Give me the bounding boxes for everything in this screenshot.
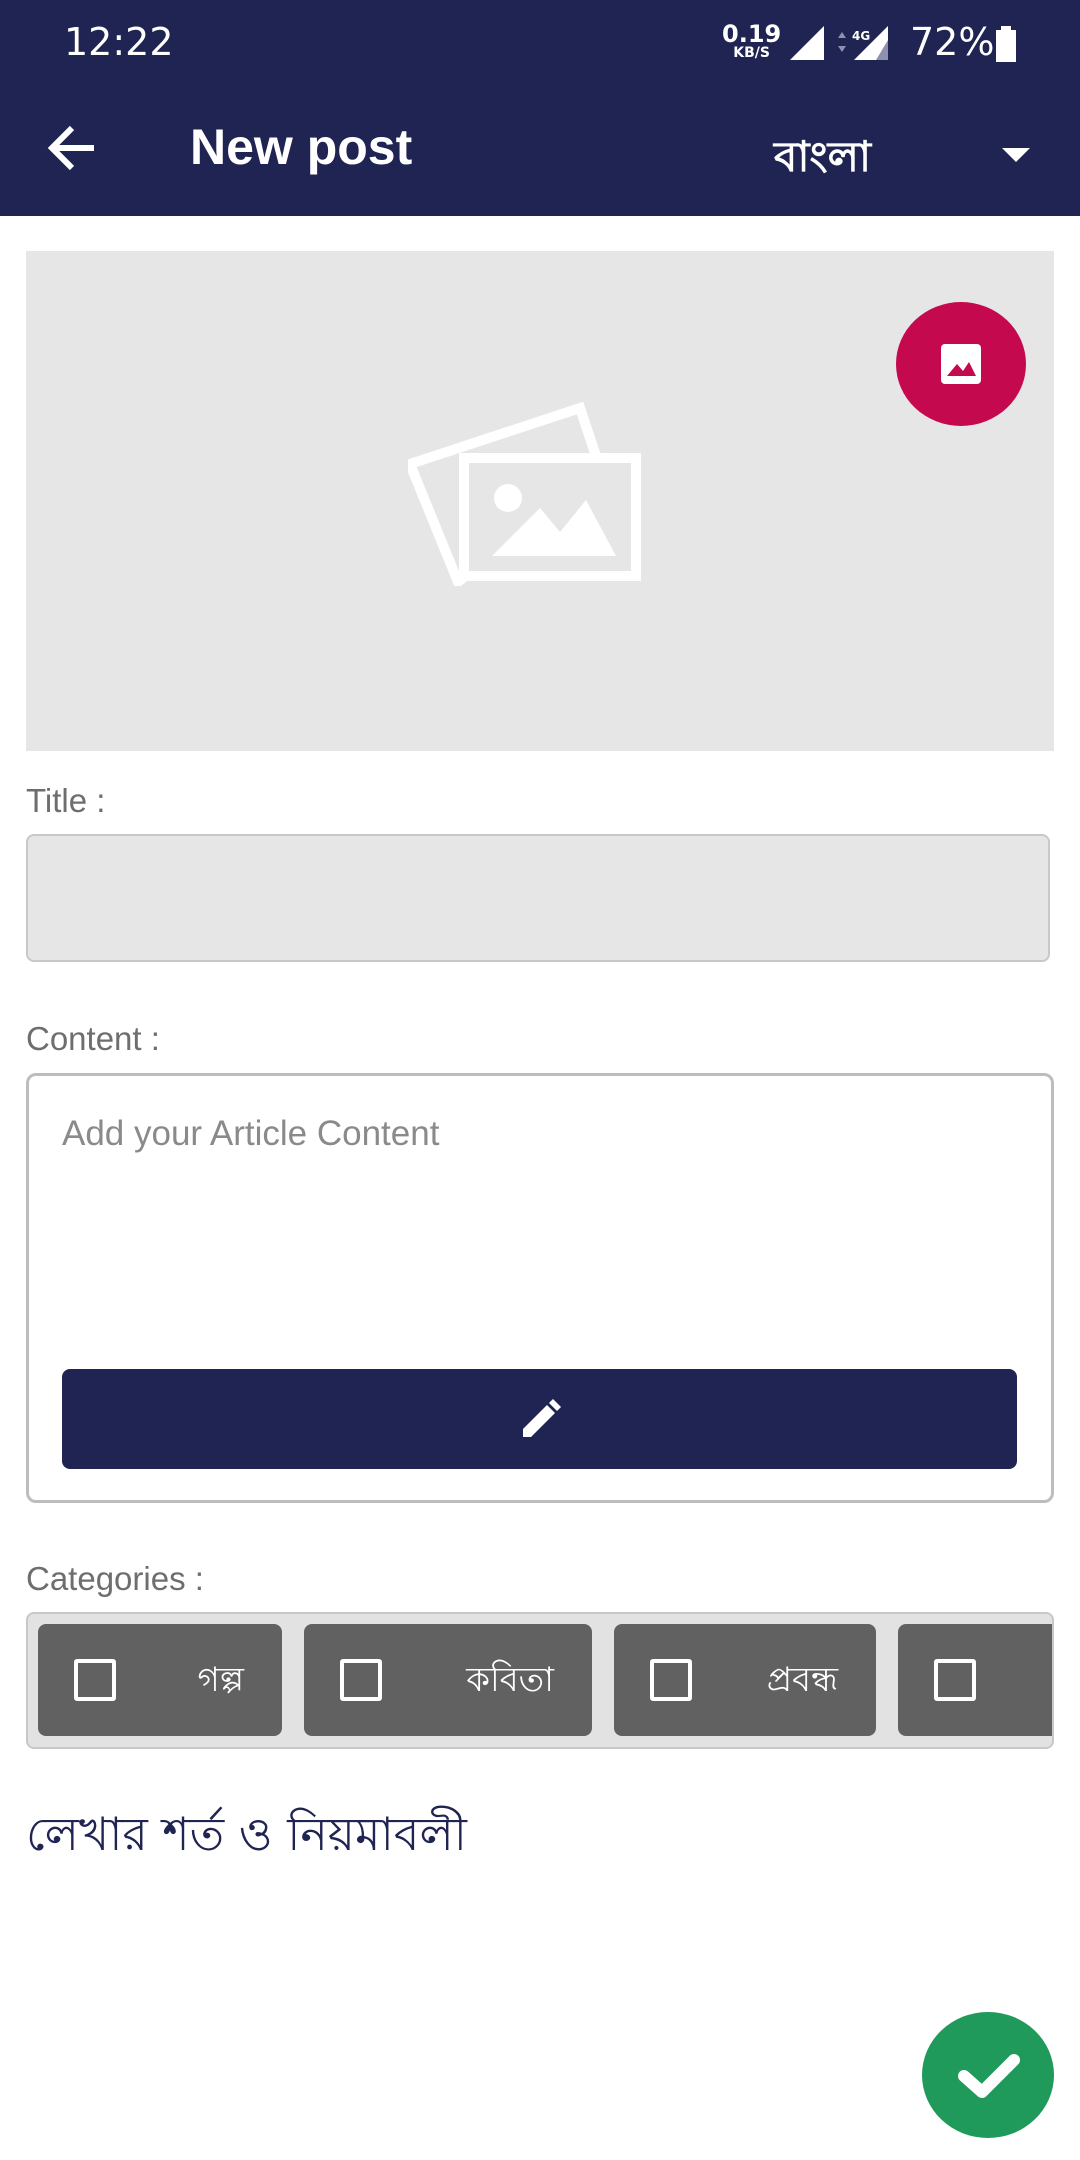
submit-button[interactable] (922, 2012, 1054, 2138)
arrow-back-icon (47, 125, 94, 171)
photos-placeholder-icon (403, 396, 648, 591)
category-label: গল্প (197, 1660, 244, 1700)
caret-down-icon (1002, 148, 1030, 162)
signal-icons: 4G (790, 26, 888, 60)
content-placeholder[interactable]: Add your Article Content (62, 1114, 439, 1154)
title-input[interactable] (26, 834, 1050, 962)
edit-content-button[interactable] (62, 1369, 1017, 1469)
battery-percent: 72% (910, 20, 995, 64)
category-chip-story[interactable]: গল্প (38, 1624, 282, 1736)
category-label: কবিতা (466, 1660, 554, 1700)
content-label: Content : (26, 1020, 160, 1057)
category-chip-essay[interactable]: প্রবন্ধ (614, 1624, 876, 1736)
network-speed: 0.19 KB/S (722, 22, 781, 60)
page-title: New post (190, 119, 413, 175)
network-speed-unit: KB/S (733, 45, 770, 61)
pick-image-button[interactable] (896, 302, 1026, 426)
language-selector[interactable]: বাংলা (774, 124, 871, 195)
image-icon (941, 344, 981, 384)
app-bar (0, 90, 1080, 216)
back-button[interactable] (44, 112, 104, 184)
categories-label: Categories : (26, 1560, 204, 1597)
network-type-label: 4G (852, 29, 870, 43)
status-time: 12:22 (64, 20, 174, 64)
signal-strength-icon (790, 26, 824, 60)
categories-list[interactable]: গল্প কবিতা প্রবন্ধ (26, 1612, 1054, 1749)
pencil-icon (523, 1399, 561, 1437)
language-dropdown-button[interactable] (996, 136, 1036, 176)
terms-link[interactable]: লেখার শর্ত ও নিয়মাবলী (26, 1800, 467, 1876)
category-chip-poem[interactable]: কবিতা (304, 1624, 592, 1736)
title-label: Title : (26, 782, 106, 819)
checkbox-icon[interactable] (650, 1659, 692, 1701)
network-speed-value: 0.19 (722, 20, 782, 48)
checkbox-icon[interactable] (934, 1659, 976, 1701)
battery-icon (996, 26, 1016, 62)
category-label: প্রবন্ধ (766, 1660, 838, 1700)
checkbox-icon[interactable] (340, 1659, 382, 1701)
category-chip-more[interactable] (898, 1624, 1052, 1736)
checkbox-icon[interactable] (74, 1659, 116, 1701)
checkmark-icon (958, 2054, 1020, 2098)
